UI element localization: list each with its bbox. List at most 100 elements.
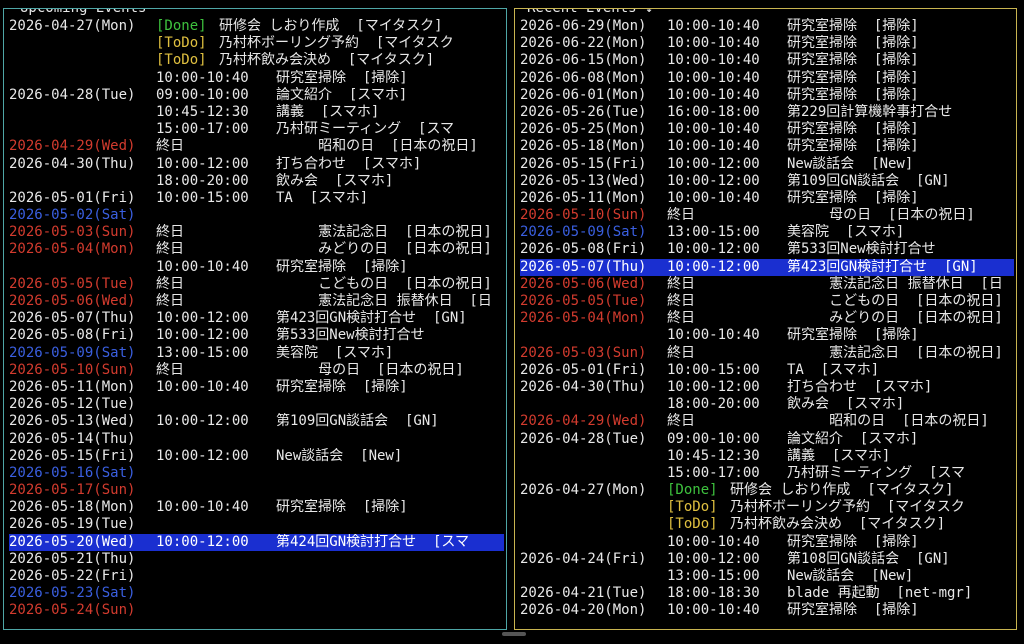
event-row[interactable]: 2026-05-13(Wed) 10:00-12:00 第109回GN談話会 [GN… xyxy=(9,413,504,430)
event-row[interactable]: 2026-05-09(Sat) 13:00-15:00 美容院 [スマホ] xyxy=(9,345,504,362)
event-row[interactable]: 15:00-17:00 乃村研ミーティング [スマ xyxy=(520,465,1014,482)
event-row[interactable]: 2026-05-09(Sat) 13:00-15:00 美容院 [スマホ] xyxy=(520,224,1014,241)
event-time: 13:00-15:00 xyxy=(667,224,760,241)
event-row[interactable]: [ToDo] 乃村杯飲み会決め [マイタスク] xyxy=(9,52,504,69)
event-date: 2026-05-23(Sat) xyxy=(9,585,136,602)
task-status-badge: [Done] xyxy=(667,482,718,499)
event-row[interactable]: 18:00-20:00 飲み会 [スマホ] xyxy=(520,396,1014,413)
upcoming-events-list[interactable]: 2026-04-27(Mon) [Done] 研修会 しおり作成 [マイタスク] [T… xyxy=(9,18,504,620)
event-row[interactable]: 2026-05-06(Wed) 終日 憲法記念日 振替休日 [日 xyxy=(520,276,1014,293)
event-row[interactable]: 2026-05-03(Sun) 終日 憲法記念日 [日本の祝日] xyxy=(520,345,1014,362)
event-row[interactable]: [ToDo] 乃村杯ボーリング予約 [マイタスク xyxy=(520,499,1014,516)
upcoming-events-pane[interactable]: Upcoming Events 2026-04-27(Mon) [Done] 研修会… xyxy=(3,8,507,630)
event-title: 憲法記念日 [日本の祝日] xyxy=(787,344,1003,361)
event-row[interactable]: 2026-04-24(Fri) 10:00-12:00 第108回GN談話会 [GN… xyxy=(520,551,1014,568)
event-row[interactable]: 13:00-15:00 New談話会 [New] xyxy=(520,568,1014,585)
event-row[interactable]: 2026-05-19(Tue) xyxy=(9,516,504,533)
event-title: 乃村杯飲み会決め [マイタスク] xyxy=(219,52,435,69)
event-row[interactable]: 2026-04-29(Wed) 終日 昭和の日 [日本の祝日] xyxy=(9,138,504,155)
event-row[interactable]: 2026-05-15(Fri) 10:00-12:00 New談話会 [New] xyxy=(520,156,1014,173)
event-row[interactable]: 2026-06-15(Mon) 10:00-10:40 研究室掃除 [掃除] xyxy=(520,52,1014,69)
event-title: 乃村杯ボーリング予約 [マイタスク xyxy=(219,35,454,52)
event-row[interactable]: 2026-05-11(Mon) 10:00-10:40 研究室掃除 [掃除] xyxy=(9,379,504,396)
event-row[interactable]: 18:00-20:00 飲み会 [スマホ] xyxy=(9,173,504,190)
event-row[interactable]: 10:00-10:40 研究室掃除 [掃除] xyxy=(520,534,1014,551)
event-row[interactable]: 2026-04-27(Mon) [Done] 研修会 しおり作成 [マイタスク] xyxy=(520,482,1014,499)
event-row[interactable]: 15:00-17:00 乃村研ミーティング [スマ xyxy=(9,121,504,138)
event-row[interactable]: 2026-05-25(Mon) 10:00-10:40 研究室掃除 [掃除] xyxy=(520,121,1014,138)
event-row[interactable]: [ToDo] 乃村杯飲み会決め [マイタスク] xyxy=(520,516,1014,533)
event-time: 10:00-10:40 xyxy=(667,69,760,86)
event-row[interactable]: 2026-05-10(Sun) 終日 母の日 [日本の祝日] xyxy=(9,362,504,379)
event-row[interactable]: 2026-05-10(Sun) 終日 母の日 [日本の祝日] xyxy=(520,207,1014,224)
event-row[interactable]: 2026-05-11(Mon) 10:00-10:40 研究室掃除 [掃除] xyxy=(520,190,1014,207)
event-row[interactable]: 2026-05-18(Mon) 10:00-10:40 研究室掃除 [掃除] xyxy=(520,138,1014,155)
event-time: 13:00-15:00 xyxy=(667,568,760,584)
event-row[interactable]: 10:45-12:30 講義 [スマホ] xyxy=(9,104,504,121)
event-row[interactable]: 2026-04-20(Mon) 10:00-10:40 研究室掃除 [掃除] xyxy=(520,602,1014,619)
event-row-selected[interactable]: 2026-05-07(Thu) 10:00-12:00 第423回GN検討打合せ [… xyxy=(520,258,1014,276)
event-row[interactable]: 2026-05-06(Wed) 終日 憲法記念日 振替休日 [日 xyxy=(9,293,504,310)
event-row[interactable]: 2026-06-01(Mon) 10:00-10:40 研究室掃除 [掃除] xyxy=(520,87,1014,104)
event-row[interactable]: 2026-06-29(Mon) 10:00-10:40 研究室掃除 [掃除] xyxy=(520,18,1014,35)
event-row[interactable]: 2026-05-04(Mon) 終日 みどりの日 [日本の祝日] xyxy=(9,241,504,258)
event-row-selected[interactable]: 2026-05-20(Wed) 10:00-12:00 第424回GN検討打合せ [… xyxy=(9,533,504,551)
event-row[interactable]: 2026-06-08(Mon) 10:00-10:40 研究室掃除 [掃除] xyxy=(520,70,1014,87)
event-time: 09:00-10:00 xyxy=(667,430,760,447)
event-row[interactable]: 2026-05-02(Sat) xyxy=(9,207,504,224)
event-row[interactable]: 2026-04-27(Mon) [Done] 研修会 しおり作成 [マイタスク] xyxy=(9,18,504,35)
event-date: 2026-05-07(Thu) xyxy=(520,258,647,275)
event-row[interactable]: 2026-05-12(Tue) xyxy=(9,396,504,413)
event-time: 10:00-12:00 xyxy=(156,155,249,172)
event-row[interactable]: 2026-05-04(Mon) 終日 みどりの日 [日本の祝日] xyxy=(520,310,1014,327)
recent-events-pane[interactable]: Recent Events ↓ 2026-06-29(Mon) 10:00-10:… xyxy=(514,8,1017,630)
event-row[interactable]: 2026-05-14(Thu) xyxy=(9,431,504,448)
event-row[interactable]: 2026-05-08(Fri) 10:00-12:00 第533回New検討打合せ xyxy=(9,327,504,344)
event-row[interactable]: 2026-05-26(Tue) 16:00-18:00 第229回計算機幹事打合せ xyxy=(520,104,1014,121)
event-row[interactable]: 2026-04-29(Wed) 終日 昭和の日 [日本の祝日] xyxy=(520,413,1014,430)
event-time: 10:00-10:40 xyxy=(156,499,249,516)
upcoming-events-title: Upcoming Events xyxy=(18,9,149,16)
event-row[interactable]: 2026-05-01(Fri) 10:00-15:00 TA [スマホ] xyxy=(9,190,504,207)
event-time: 18:00-20:00 xyxy=(156,172,249,189)
event-row[interactable]: 2026-05-16(Sat) xyxy=(9,465,504,482)
event-time: 18:00-20:00 xyxy=(667,396,760,413)
event-time: 10:45-12:30 xyxy=(156,103,249,120)
event-time: 終日 xyxy=(667,344,695,361)
event-row[interactable]: 2026-05-22(Fri) xyxy=(9,568,504,585)
event-title: 研究室掃除 [掃除] xyxy=(787,18,919,34)
event-row[interactable]: 2026-05-01(Fri) 10:00-15:00 TA [スマホ] xyxy=(520,362,1014,379)
event-row[interactable]: 2026-05-18(Mon) 10:00-10:40 研究室掃除 [掃除] xyxy=(9,499,504,516)
event-title: 講義 [スマホ] xyxy=(276,103,380,120)
event-date: 2026-05-10(Sun) xyxy=(520,207,647,224)
event-time: 10:00-12:00 xyxy=(156,327,249,344)
event-row[interactable]: 2026-05-08(Fri) 10:00-12:00 第533回New検討打合せ xyxy=(520,241,1014,258)
event-row[interactable]: 2026-05-23(Sat) xyxy=(9,585,504,602)
event-row[interactable]: 10:00-10:40 研究室掃除 [掃除] xyxy=(9,70,504,87)
event-row[interactable]: 2026-04-30(Thu) 10:00-12:00 打ち合わせ [スマホ] xyxy=(9,156,504,173)
event-row[interactable]: 10:45-12:30 講義 [スマホ] xyxy=(520,448,1014,465)
event-row[interactable]: 2026-05-21(Thu) xyxy=(9,551,504,568)
event-row[interactable]: 10:00-10:40 研究室掃除 [掃除] xyxy=(9,259,504,276)
event-row[interactable]: 2026-06-22(Mon) 10:00-10:40 研究室掃除 [掃除] xyxy=(520,35,1014,52)
event-row[interactable]: 10:00-10:40 研究室掃除 [掃除] xyxy=(520,327,1014,344)
event-date: 2026-05-25(Mon) xyxy=(520,121,647,138)
event-row[interactable]: 2026-04-28(Tue) 09:00-10:00 論文紹介 [スマホ] xyxy=(9,87,504,104)
event-row[interactable]: 2026-05-17(Sun) xyxy=(9,482,504,499)
event-row[interactable]: 2026-05-05(Tue) 終日 こどもの日 [日本の祝日] xyxy=(520,293,1014,310)
event-row[interactable]: 2026-04-28(Tue) 09:00-10:00 論文紹介 [スマホ] xyxy=(520,431,1014,448)
event-row[interactable]: 2026-05-13(Wed) 10:00-12:00 第109回GN談話会 [GN… xyxy=(520,173,1014,190)
recent-events-list[interactable]: 2026-06-29(Mon) 10:00-10:40 研究室掃除 [掃除] 2026… xyxy=(520,18,1014,620)
event-row[interactable]: 2026-05-15(Fri) 10:00-12:00 New談話会 [New] xyxy=(9,448,504,465)
event-row[interactable]: 2026-05-24(Sun) xyxy=(9,602,504,619)
event-row[interactable]: 2026-04-30(Thu) 10:00-12:00 打ち合わせ [スマホ] xyxy=(520,379,1014,396)
pane-resize-handle[interactable] xyxy=(502,632,526,636)
event-date: 2026-05-14(Thu) xyxy=(9,430,136,447)
event-row[interactable]: 2026-04-21(Tue) 18:00-18:30 blade 再起動 [net… xyxy=(520,585,1014,602)
event-time: 終日 xyxy=(156,361,184,378)
event-date: 2026-04-27(Mon) xyxy=(9,18,136,34)
event-row[interactable]: [ToDo] 乃村杯ボーリング予約 [マイタスク xyxy=(9,35,504,52)
event-row[interactable]: 2026-05-07(Thu) 10:00-12:00 第423回GN検討打合せ [… xyxy=(9,310,504,327)
event-row[interactable]: 2026-05-05(Tue) 終日 こどもの日 [日本の祝日] xyxy=(9,276,504,293)
event-row[interactable]: 2026-05-03(Sun) 終日 憲法記念日 [日本の祝日] xyxy=(9,224,504,241)
